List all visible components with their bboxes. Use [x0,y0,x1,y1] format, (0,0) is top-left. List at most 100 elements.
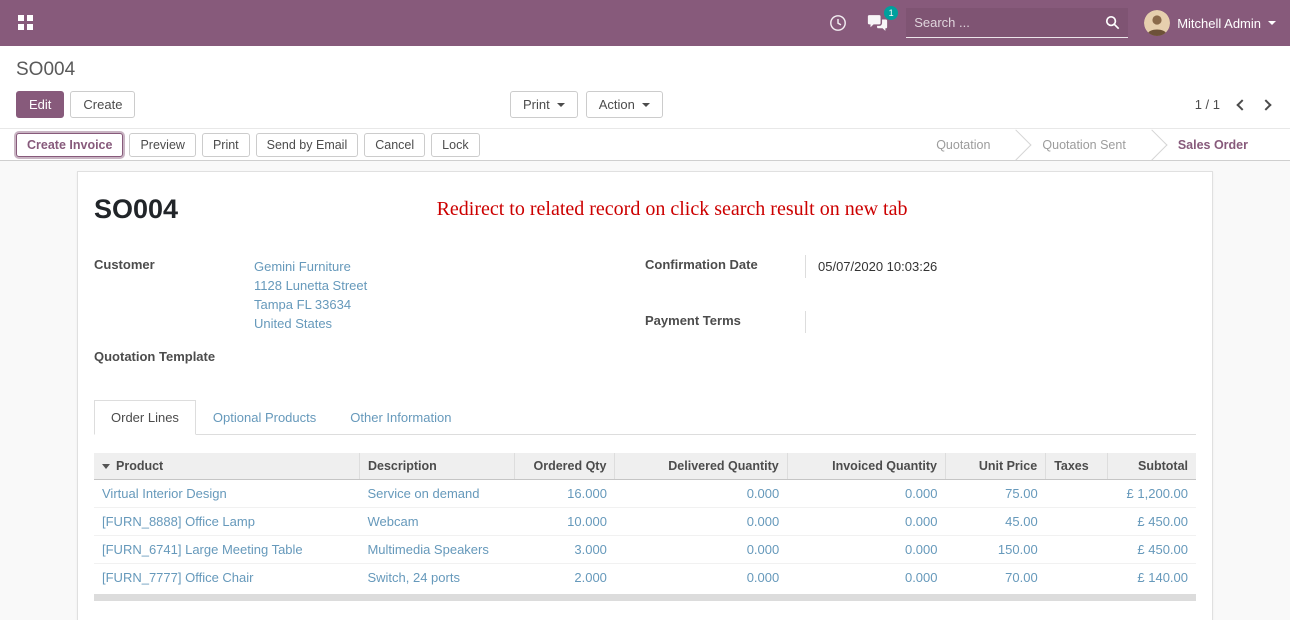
cell-delivered-qty: 0.000 [615,564,787,592]
payment-terms-value [805,311,1196,333]
cell-unit-price: 75.00 [946,480,1046,508]
chevron-left-icon [1236,99,1247,110]
column-header-ordered-qty[interactable]: Ordered Qty [515,453,615,480]
customer-label: Customer [94,255,254,274]
control-panel: Edit Create Print Action 1 / 1 [0,85,1290,128]
apps-grid-icon [18,15,34,31]
action-dropdown-label: Action [599,97,635,112]
column-label: Product [116,459,163,473]
order-line-row[interactable]: Virtual Interior Design Service on deman… [94,480,1196,508]
customer-address-line: Tampa FL 33634 [254,295,645,314]
pager-previous-button[interactable] [1234,97,1250,113]
cell-invoiced-qty: 0.000 [787,564,945,592]
column-header-product[interactable]: Product [94,453,359,480]
messages-button[interactable]: 1 [865,12,890,34]
create-button[interactable]: Create [70,91,135,118]
action-buttons: Print Action [510,91,663,118]
cell-product[interactable]: Virtual Interior Design [94,480,359,508]
edit-button[interactable]: Edit [16,91,64,118]
user-menu[interactable]: Mitchell Admin [1144,10,1276,36]
tab-order-lines[interactable]: Order Lines [94,400,196,435]
cell-product[interactable]: [FURN_6741] Large Meeting Table [94,536,359,564]
preview-button[interactable]: Preview [129,133,195,157]
cell-invoiced-qty: 0.000 [787,480,945,508]
statusbar: Create Invoice Preview Print Send by Ema… [0,128,1290,161]
cell-subtotal: £ 140.00 [1108,564,1196,592]
column-header-description[interactable]: Description [359,453,514,480]
chevron-down-icon [1268,21,1276,25]
field-groups: Customer Gemini Furniture 1128 Lunetta S… [94,255,1196,366]
customer-value[interactable]: Gemini Furniture 1128 Lunetta Street Tam… [254,255,645,335]
chevron-right-icon [1260,99,1271,110]
global-search[interactable] [906,8,1128,38]
cell-taxes [1046,480,1108,508]
print-button[interactable]: Print [202,133,250,157]
left-field-group: Customer Gemini Furniture 1128 Lunetta S… [94,255,645,366]
cell-taxes [1046,536,1108,564]
order-line-row[interactable]: [FURN_8888] Office Lamp Webcam 10.000 0.… [94,508,1196,536]
content-area: SO004 Redirect to related record on clic… [0,161,1290,620]
cell-unit-price: 45.00 [946,508,1046,536]
message-count-badge: 1 [884,6,898,20]
cell-taxes [1046,508,1108,536]
cell-ordered-qty: 16.000 [515,480,615,508]
column-header-invoiced-quantity[interactable]: Invoiced Quantity [787,453,945,480]
pager-value: 1 / 1 [1195,97,1220,112]
cell-ordered-qty: 10.000 [515,508,615,536]
cell-subtotal: £ 1,200.00 [1108,480,1196,508]
column-header-unit-price[interactable]: Unit Price [946,453,1046,480]
customer-address-line: United States [254,314,645,333]
clock-icon [829,14,847,32]
payment-terms-label: Payment Terms [645,311,805,330]
lock-button[interactable]: Lock [431,133,479,157]
create-invoice-button[interactable]: Create Invoice [16,133,123,157]
page-title: SO004 [94,194,178,225]
search-submit-button[interactable] [1105,15,1120,30]
action-dropdown-button[interactable]: Action [586,91,663,118]
navbar-right-group: 1 Mitchell Admin [827,8,1276,38]
pager: 1 / 1 [1195,97,1274,113]
cell-subtotal: £ 450.00 [1108,536,1196,564]
cancel-button[interactable]: Cancel [364,133,425,157]
search-icon [1105,15,1120,30]
sheet-header: SO004 Redirect to related record on clic… [94,194,1196,225]
cell-description: Multimedia Speakers [359,536,514,564]
order-line-row[interactable]: [FURN_7777] Office Chair Switch, 24 port… [94,564,1196,592]
column-header-subtotal[interactable]: Subtotal [1108,453,1196,480]
breadcrumb-row: SO004 [0,46,1290,85]
pager-next-button[interactable] [1258,97,1274,113]
order-line-row[interactable]: [FURN_6741] Large Meeting Table Multimed… [94,536,1196,564]
status-step-sales-order[interactable]: Sales Order [1152,129,1274,160]
cell-delivered-qty: 0.000 [615,508,787,536]
quotation-template-label: Quotation Template [94,347,254,366]
customer-name-link[interactable]: Gemini Furniture [254,257,645,276]
table-scrollbar[interactable] [94,594,1196,601]
cell-product[interactable]: [FURN_7777] Office Chair [94,564,359,592]
confirmation-date-label: Confirmation Date [645,255,805,274]
confirmation-date-value: 05/07/2020 10:03:26 [805,255,1196,278]
apps-menu-button[interactable] [14,11,38,35]
cell-product[interactable]: [FURN_8888] Office Lamp [94,508,359,536]
column-header-delivered-quantity[interactable]: Delivered Quantity [615,453,787,480]
search-input[interactable] [914,15,1105,30]
sort-descending-icon [102,464,110,469]
print-dropdown-button[interactable]: Print [510,91,578,118]
send-by-email-button[interactable]: Send by Email [256,133,359,157]
cell-description: Switch, 24 ports [359,564,514,592]
column-header-taxes[interactable]: Taxes [1046,453,1108,480]
top-navbar: 1 Mitchell Admin [0,0,1290,46]
status-step-quotation-sent[interactable]: Quotation Sent [1016,129,1151,160]
chevron-down-icon [642,103,650,107]
table-header-row: Product Description Ordered Qty Delivere… [94,453,1196,480]
cell-ordered-qty: 2.000 [515,564,615,592]
cell-taxes [1046,564,1108,592]
statusbar-buttons: Create Invoice Preview Print Send by Ema… [16,133,480,157]
customer-address-line: 1128 Lunetta Street [254,276,645,295]
cell-invoiced-qty: 0.000 [787,508,945,536]
chevron-down-icon [557,103,565,107]
cell-unit-price: 150.00 [946,536,1046,564]
activities-button[interactable] [827,12,849,34]
tab-other-information[interactable]: Other Information [333,400,468,435]
cell-delivered-qty: 0.000 [615,480,787,508]
tab-optional-products[interactable]: Optional Products [196,400,333,435]
